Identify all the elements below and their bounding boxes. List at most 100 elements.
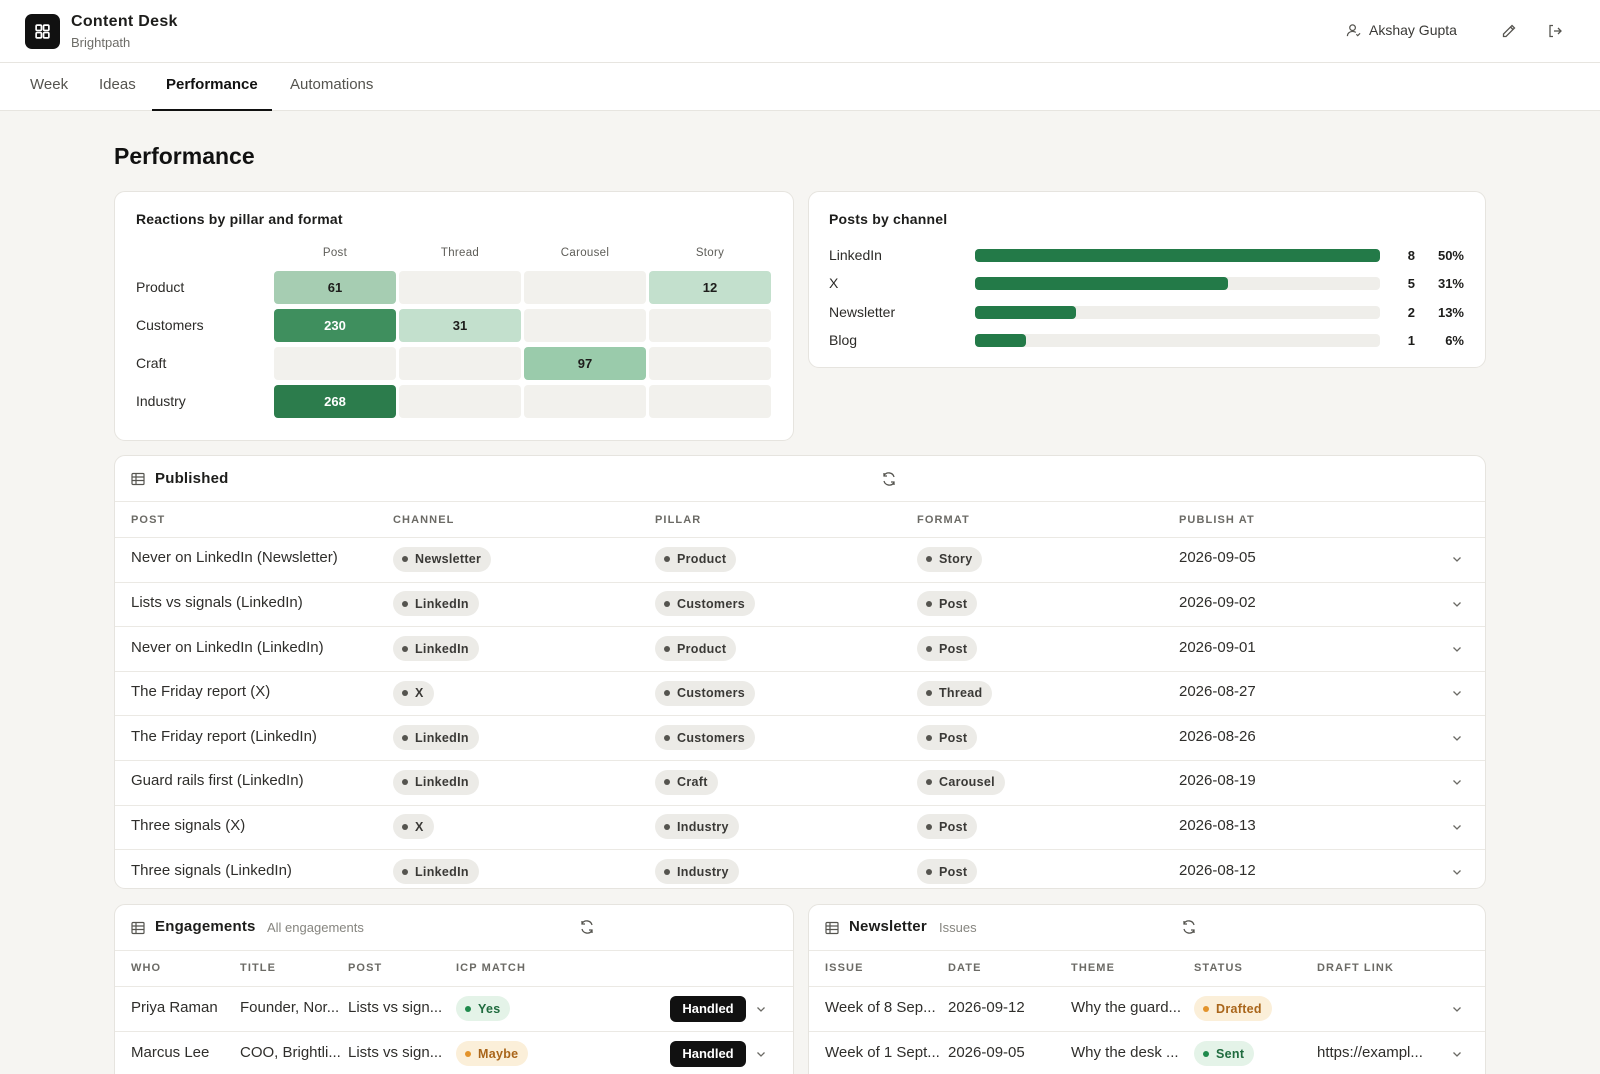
- divider: [115, 986, 793, 987]
- heatmap-cell: [649, 347, 771, 380]
- chevron-down-icon[interactable]: [754, 1047, 768, 1061]
- divider: [115, 804, 1485, 806]
- engagement-post: Lists vs sign...: [348, 1043, 443, 1061]
- chip-label: Drafted: [1216, 1001, 1262, 1016]
- chevron-down-icon[interactable]: [1450, 775, 1464, 789]
- channel-count: 5: [1407, 276, 1415, 291]
- column-header-theme: THEME: [1071, 962, 1115, 974]
- chevron-down-icon[interactable]: [1450, 820, 1464, 834]
- pillar-chip: Customers: [655, 591, 755, 617]
- post-title[interactable]: Three signals (LinkedIn): [131, 862, 381, 879]
- channel-bar: [975, 249, 1380, 262]
- channel-percent: 31%: [1437, 276, 1464, 291]
- column-header-who: WHO: [131, 962, 162, 974]
- engagement-post: Lists vs sign...: [348, 998, 443, 1016]
- status-dot: [1203, 1050, 1209, 1057]
- status-dot: [926, 645, 932, 652]
- column-header-draft-link: DRAFT LINK: [1317, 962, 1394, 974]
- chip-label: LinkedIn: [415, 641, 469, 656]
- chevron-down-icon[interactable]: [1450, 597, 1464, 611]
- chip-label: Customers: [677, 730, 745, 745]
- chip-label: X: [415, 686, 424, 701]
- post-title[interactable]: The Friday report (X): [131, 683, 381, 700]
- column-header-channel: CHANNEL: [393, 514, 455, 526]
- chip-label: LinkedIn: [415, 730, 469, 745]
- chip-label: LinkedIn: [415, 596, 469, 611]
- channel-chip: LinkedIn: [393, 859, 479, 884]
- tab-automations[interactable]: Automations: [276, 63, 387, 111]
- refresh-icon[interactable]: [1181, 919, 1197, 935]
- channel-chip: LinkedIn: [393, 591, 479, 617]
- chevron-down-icon[interactable]: [1450, 552, 1464, 566]
- channel-count: 1: [1407, 333, 1415, 348]
- channel-bar: [975, 306, 1077, 319]
- channel-percent: 13%: [1437, 305, 1464, 320]
- newsletter-issue: Week of 8 Sep...: [825, 998, 936, 1016]
- channel-bar: [975, 334, 1026, 347]
- heatmap-cell: [524, 309, 646, 342]
- chevron-down-icon[interactable]: [1450, 1047, 1464, 1061]
- status-dot: [926, 556, 932, 563]
- draft-link[interactable]: https://exampl...: [1317, 1044, 1439, 1061]
- tab-performance[interactable]: Performance: [152, 63, 272, 111]
- pencil-icon: [1502, 24, 1516, 38]
- channel-label: Newsletter: [829, 304, 896, 320]
- post-title[interactable]: Three signals (X): [131, 817, 381, 834]
- app-logo[interactable]: [25, 14, 60, 49]
- chevron-down-icon[interactable]: [1450, 1002, 1464, 1016]
- logout-button[interactable]: [1546, 22, 1564, 40]
- heatmap-cell: [524, 385, 646, 418]
- status-dot: [402, 556, 408, 563]
- status-button[interactable]: Handled: [670, 995, 746, 1022]
- refresh-icon[interactable]: [881, 471, 897, 487]
- post-title[interactable]: Lists vs signals (LinkedIn): [131, 594, 381, 611]
- status-button[interactable]: Handled: [670, 1040, 746, 1067]
- divider: [809, 1031, 1485, 1032]
- pillar-chip: Customers: [655, 725, 755, 751]
- refresh-icon[interactable]: [579, 919, 595, 935]
- user-menu[interactable]: Akshay Gupta: [1346, 22, 1457, 38]
- post-title[interactable]: Never on LinkedIn (LinkedIn): [131, 639, 381, 656]
- column-header-status: STATUS: [1194, 962, 1243, 974]
- engagement-who: Priya Raman: [131, 998, 218, 1016]
- divider: [809, 950, 1485, 951]
- edit-button[interactable]: [1500, 22, 1518, 40]
- post-title[interactable]: Guard rails first (LinkedIn): [131, 772, 381, 789]
- heatmap-cell: 61: [274, 271, 396, 304]
- status-dot: [402, 600, 408, 607]
- pillar-chip: Industry: [655, 814, 739, 840]
- status-dot: [402, 823, 408, 830]
- newsletter-theme: Why the desk ...: [1071, 1043, 1179, 1061]
- heatmap-row-label: Product: [136, 279, 185, 295]
- heatmap-cell: [649, 385, 771, 418]
- publish-date: 2026-08-13: [1179, 816, 1256, 834]
- chevron-down-icon[interactable]: [1450, 731, 1464, 745]
- chip-label: Maybe: [478, 1046, 519, 1061]
- heatmap-cell: [399, 385, 521, 418]
- chevron-down-icon[interactable]: [1450, 865, 1464, 879]
- status-dot: [926, 868, 932, 875]
- channel-chip: LinkedIn: [393, 725, 479, 751]
- newsletter-status-chip: Sent: [1194, 1041, 1255, 1066]
- tab-week[interactable]: Week: [16, 63, 82, 111]
- chevron-down-icon[interactable]: [754, 1002, 768, 1016]
- channel-label: X: [829, 275, 839, 291]
- status-dot: [926, 823, 932, 830]
- chevron-down-icon[interactable]: [1450, 642, 1464, 656]
- chevron-down-icon[interactable]: [1450, 686, 1464, 700]
- tab-ideas[interactable]: Ideas: [85, 63, 150, 111]
- pillar-chip: Industry: [655, 859, 739, 884]
- format-chip: Post: [917, 859, 978, 884]
- chip-label: Post: [939, 730, 968, 745]
- channel-chip: X: [393, 814, 434, 840]
- channels-title: Posts by channel: [829, 211, 948, 227]
- divider: [115, 715, 1485, 717]
- post-title[interactable]: Never on LinkedIn (Newsletter): [131, 549, 381, 566]
- heatmap-row-label: Customers: [136, 317, 204, 333]
- icp-match-chip: Yes: [456, 996, 511, 1021]
- status-dot: [465, 1050, 471, 1057]
- heatmap-cell: 268: [274, 385, 396, 418]
- heatmap-cell: [649, 309, 771, 342]
- post-title[interactable]: The Friday report (LinkedIn): [131, 728, 381, 745]
- published-title: Published: [155, 470, 229, 487]
